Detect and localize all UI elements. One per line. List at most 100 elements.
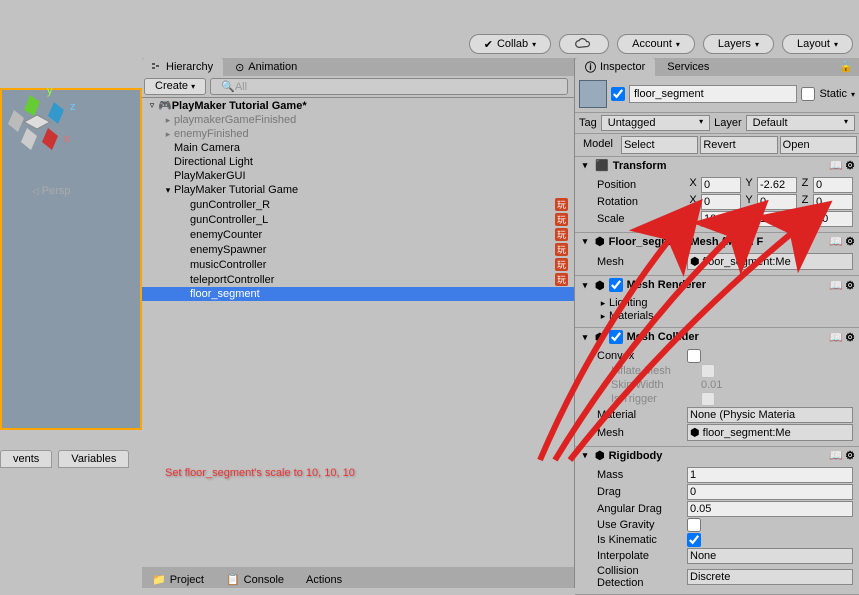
variables-tab[interactable]: Variables	[58, 450, 129, 468]
mesh-collider-enabled[interactable]	[609, 330, 623, 344]
foldout-icon[interactable]: ▾	[579, 332, 591, 343]
hierarchy-item-label: teleportController	[190, 274, 274, 286]
foldout-icon[interactable]: ▾	[579, 160, 591, 171]
mesh-picker[interactable]: ⬢ floor_segment:Me	[687, 253, 853, 270]
use-gravity-label: Use Gravity	[597, 519, 687, 531]
help-icon[interactable]: 📖	[829, 159, 843, 172]
help-icon[interactable]: 📖	[829, 279, 843, 292]
hierarchy-item[interactable]: ▾PlayMaker Tutorial Game	[142, 183, 574, 197]
foldout-icon[interactable]: ▿	[146, 100, 158, 111]
hierarchy-item[interactable]: Main Camera	[142, 141, 574, 155]
hierarchy-item[interactable]: enemySpawner玩	[142, 242, 574, 257]
hierarchy-item[interactable]: PlayMakerGUI	[142, 169, 574, 183]
interpolate-dropdown[interactable]: None	[687, 548, 853, 564]
console-tab[interactable]: 📋 Console	[216, 571, 294, 588]
lock-icon[interactable]: 🔒	[833, 58, 859, 76]
hierarchy-item-label: enemyFinished	[174, 128, 249, 140]
hierarchy-item[interactable]: ▸playmakerGameFinished	[142, 113, 574, 127]
mesh-renderer-enabled[interactable]	[609, 278, 623, 292]
foldout-icon[interactable]: ▸	[162, 129, 174, 140]
trigger-checkbox	[701, 392, 715, 406]
gear-icon[interactable]: ⚙	[845, 159, 855, 172]
cloud-button[interactable]	[559, 34, 609, 54]
rotation-y-input[interactable]	[757, 194, 797, 210]
playmaker-badge: 玩	[555, 273, 568, 286]
actions-tab[interactable]: Actions	[296, 571, 352, 588]
hierarchy-tab[interactable]: Hierarchy	[142, 58, 223, 76]
orientation-gizmo[interactable]: y z x	[0, 80, 82, 170]
drag-input[interactable]	[687, 484, 853, 500]
hierarchy-item[interactable]: gunController_R玩	[142, 197, 574, 212]
scale-y-input[interactable]	[757, 211, 797, 227]
hierarchy-item[interactable]: teleportController 玩	[142, 272, 574, 287]
collider-mesh-picker[interactable]: ⬢ floor_segment:Me	[687, 424, 853, 441]
collider-mesh-label: Mesh	[597, 427, 687, 439]
gear-icon[interactable]: ⚙	[845, 449, 855, 462]
foldout-icon[interactable]: ▸	[597, 311, 609, 322]
gameobject-icon[interactable]	[579, 80, 607, 108]
foldout-icon[interactable]: ▸	[597, 298, 609, 309]
gear-icon[interactable]: ⚙	[845, 279, 855, 292]
hierarchy-item[interactable]: musicController玩	[142, 257, 574, 272]
gameobject-name-input[interactable]	[629, 85, 797, 103]
open-button[interactable]: Open	[780, 136, 857, 154]
hierarchy-item[interactable]: floor_segment	[142, 287, 574, 301]
layer-dropdown[interactable]: Default ▾	[746, 115, 855, 131]
foldout-icon[interactable]: ▸	[162, 115, 174, 126]
position-z-input[interactable]	[813, 177, 853, 193]
events-tab[interactable]: vents	[0, 450, 52, 468]
services-tab[interactable]: Services	[657, 58, 719, 76]
trigger-label: Is Trigger	[611, 393, 701, 405]
select-button[interactable]: Select	[621, 136, 698, 154]
hierarchy-item[interactable]: enemyCounter玩	[142, 227, 574, 242]
revert-button[interactable]: Revert	[700, 136, 777, 154]
static-checkbox[interactable]	[801, 87, 815, 101]
hierarchy-item[interactable]: ▸enemyFinished	[142, 127, 574, 141]
project-tab[interactable]: 📁 Project	[142, 571, 214, 588]
svg-text:x: x	[64, 133, 70, 145]
active-checkbox[interactable]	[611, 87, 625, 101]
foldout-icon[interactable]: ▾	[579, 236, 591, 247]
physic-material-picker[interactable]: None (Physic Materia	[687, 407, 853, 423]
use-gravity-checkbox[interactable]	[687, 518, 701, 532]
scale-x-input[interactable]	[701, 211, 741, 227]
tag-dropdown[interactable]: Untagged ▾	[601, 115, 710, 131]
all-search[interactable]: 🔍All	[210, 78, 568, 95]
static-label: Static	[819, 88, 847, 100]
rotation-x-input[interactable]	[701, 194, 741, 210]
hierarchy-item[interactable]: gunController_L玩	[142, 212, 574, 227]
mass-input[interactable]	[687, 467, 853, 483]
animation-tab[interactable]: ⊙Animation	[225, 58, 307, 76]
foldout-icon[interactable]: ▾	[162, 185, 174, 196]
scene-view[interactable]: y z x ◁ Persp	[0, 88, 142, 430]
rotation-z-input[interactable]	[813, 194, 853, 210]
position-x-input[interactable]	[701, 177, 741, 193]
layers-button[interactable]: Layers ▾	[703, 34, 774, 54]
angular-drag-input[interactable]	[687, 501, 853, 517]
collision-dropdown[interactable]: Discrete	[687, 569, 853, 585]
hierarchy-item[interactable]: Directional Light	[142, 155, 574, 169]
position-y-input[interactable]	[757, 177, 797, 193]
account-button[interactable]: Account ▾	[617, 34, 695, 54]
create-button[interactable]: Create ▾	[144, 78, 206, 95]
hierarchy-root[interactable]: ▿🎮 PlayMaker Tutorial Game*	[142, 98, 574, 113]
foldout-icon[interactable]: ▾	[579, 450, 591, 461]
gear-icon[interactable]: ⚙	[845, 235, 855, 248]
gear-icon[interactable]: ⚙	[845, 331, 855, 344]
help-icon[interactable]: 📖	[829, 449, 843, 462]
inspector-tab[interactable]: ⓘ Inspector	[575, 58, 655, 76]
collab-button[interactable]: ✔Collab ▾	[469, 34, 551, 54]
hierarchy-item-label: musicController	[190, 259, 266, 271]
convex-checkbox[interactable]	[687, 349, 701, 363]
foldout-icon[interactable]: ▾	[579, 280, 591, 291]
is-kinematic-checkbox[interactable]	[687, 533, 701, 547]
help-icon[interactable]: 📖	[829, 235, 843, 248]
hierarchy-item-label: playmakerGameFinished	[174, 114, 296, 126]
layout-button[interactable]: Layout ▾	[782, 34, 853, 54]
help-icon[interactable]: 📖	[829, 331, 843, 344]
interpolate-label: Interpolate	[597, 550, 687, 562]
hierarchy-item-label: enemySpawner	[190, 244, 266, 256]
hierarchy-list[interactable]: ▿🎮 PlayMaker Tutorial Game* ▸playmakerGa…	[142, 98, 574, 567]
scale-z-input[interactable]	[813, 211, 853, 227]
drag-label: Drag	[597, 486, 687, 498]
